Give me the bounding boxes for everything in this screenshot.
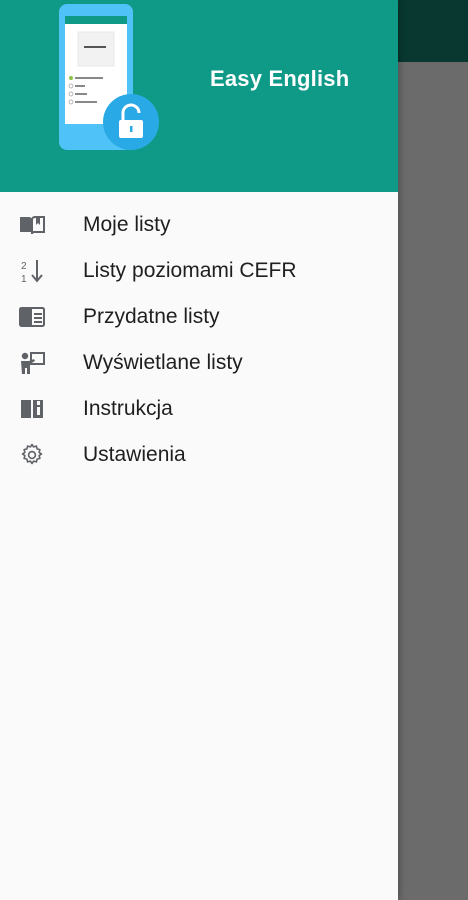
list-card-icon (19, 305, 45, 329)
svg-text:2: 2 (21, 261, 27, 272)
book-open-icon (19, 213, 45, 237)
navigation-drawer: Easy English Moje listy 2 1 Listy poziom… (0, 0, 398, 900)
svg-text:1: 1 (21, 274, 27, 284)
menu-item-label: Przydatne listy (83, 305, 220, 328)
drawer-menu: Moje listy 2 1 Listy poziomami CEFR Przy… (0, 202, 398, 478)
app-title: Easy English (210, 66, 350, 91)
menu-item-label: Moje listy (83, 213, 171, 236)
menu-item-przydatne-listy[interactable]: Przydatne listy (0, 294, 398, 340)
drawer-header: Easy English (0, 0, 398, 192)
menu-item-label: Wyświetlane listy (83, 351, 243, 374)
menu-item-instrukcja[interactable]: Instrukcja (0, 386, 398, 432)
gear-icon (19, 443, 45, 467)
menu-item-label: Listy poziomami CEFR (83, 259, 297, 282)
menu-item-wyswietlane-listy[interactable]: Wyświetlane listy (0, 340, 398, 386)
menu-item-label: Ustawienia (83, 443, 186, 466)
presenter-icon (19, 351, 45, 375)
sort-numeric-icon: 2 1 (19, 259, 45, 284)
menu-item-ustawienia[interactable]: Ustawienia (0, 432, 398, 478)
menu-item-label: Instrukcja (83, 397, 173, 420)
manual-book-icon (19, 397, 45, 421)
menu-item-listy-cefr[interactable]: 2 1 Listy poziomami CEFR (0, 248, 398, 294)
phone-unlock-illustration (59, 4, 159, 150)
menu-item-moje-listy[interactable]: Moje listy (0, 202, 398, 248)
